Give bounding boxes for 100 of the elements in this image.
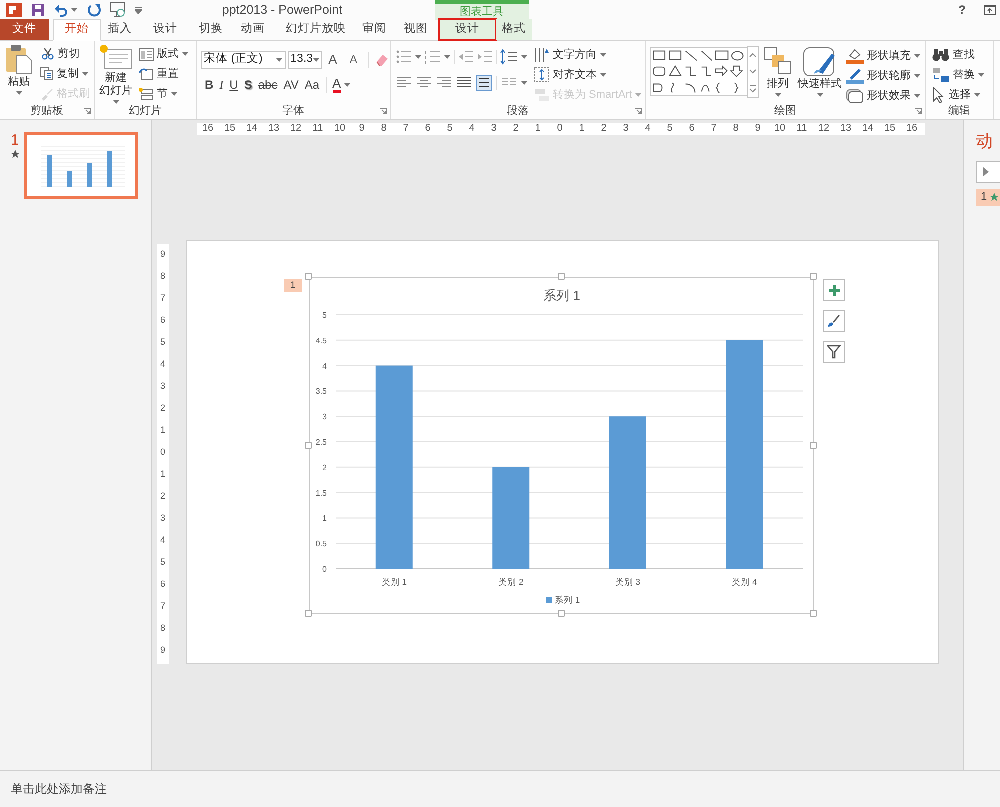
chart-styles-button[interactable] xyxy=(823,310,845,332)
font-size-field[interactable]: 13.3 xyxy=(288,50,322,69)
ruler-mark: 4 xyxy=(159,358,166,372)
ribbon-button[interactable]: 重置 xyxy=(139,64,189,84)
selection-handle[interactable] xyxy=(810,610,817,617)
ribbon-tab[interactable]: 动画 xyxy=(230,19,276,40)
reset-icon xyxy=(139,68,154,80)
axis-tick-label: 4 xyxy=(322,362,327,371)
align-text-icon xyxy=(534,67,550,83)
chart[interactable]: 系列 1 0 0.5 1 1.5 2 2.5 3 3.5 4 4.5 5 类别 1 类别 2 类别 3 类别 4 系列 1 xyxy=(309,277,814,614)
selection-handle[interactable] xyxy=(810,442,817,448)
ruler-mark: 3 xyxy=(622,123,630,135)
caret-icon xyxy=(635,93,642,97)
ribbon-button[interactable]: 选择 xyxy=(932,85,993,105)
ribbon-tab[interactable]: 开始 xyxy=(53,19,101,41)
ruler-mark: 8 xyxy=(380,123,388,135)
ribbon-tab[interactable]: 格式 xyxy=(496,19,532,40)
shrink-font-button[interactable]: A xyxy=(344,52,364,68)
fill-color-icon xyxy=(846,48,864,64)
section-icon xyxy=(139,88,154,100)
ruler-mark: 10 xyxy=(333,123,347,135)
selection-handle[interactable] xyxy=(305,610,312,617)
ribbon-tab[interactable]: 幻灯片放映 xyxy=(276,19,356,40)
chart-filters-button[interactable] xyxy=(823,341,845,363)
category-label: 类别 2 xyxy=(498,577,524,587)
animation-item[interactable]: 1 xyxy=(976,189,1000,206)
ruler-mark: 6 xyxy=(424,123,432,135)
font-color-button[interactable]: A xyxy=(332,76,342,92)
ribbon-tab[interactable]: 插入 xyxy=(101,19,139,40)
ribbon-large-button[interactable]: 快速样式 xyxy=(797,46,843,106)
ribbon-button[interactable]: 形状填充 xyxy=(846,46,921,66)
ruler-mark: 4 xyxy=(468,123,476,135)
ruler-mark: 5 xyxy=(446,123,454,135)
gallery-scroll-icon[interactable] xyxy=(747,46,759,98)
axis-tick-label: 1 xyxy=(322,514,327,524)
format-button[interactable]: S xyxy=(244,76,252,94)
selection-handle[interactable] xyxy=(305,273,312,280)
ribbon-button[interactable]: 形状轮廓 xyxy=(846,66,921,86)
ribbon-large-button[interactable]: 排列 xyxy=(762,46,794,106)
ribbon-button[interactable]: 对齐文本 xyxy=(534,65,642,85)
shapes-gallery-drawing[interactable] xyxy=(650,46,748,98)
notes-placeholder[interactable]: 单击此处添加备注 xyxy=(11,780,107,798)
caret-icon xyxy=(276,58,283,62)
caret-icon xyxy=(600,73,607,77)
ribbon-tab[interactable]: 切换 xyxy=(192,19,230,40)
ribbon-button[interactable]: 替换 xyxy=(932,65,993,85)
format-button[interactable]: I xyxy=(220,76,224,94)
ribbon-tab[interactable]: 审阅 xyxy=(356,19,393,40)
contextual-tab-header: 图表工具 xyxy=(435,0,529,20)
ribbon-tab[interactable]: 设计 xyxy=(439,19,496,40)
ribbon-button[interactable]: 形状效果 xyxy=(846,86,921,106)
format-button[interactable]: Aa xyxy=(304,76,320,94)
decrease-indent-icon xyxy=(458,50,474,64)
font-name-field[interactable]: 宋体 (正文) xyxy=(201,50,286,69)
ribbon-button[interactable]: 复制 xyxy=(40,64,90,84)
format-button[interactable]: abc xyxy=(258,76,278,94)
add-chart-element-button[interactable] xyxy=(823,279,845,301)
line-spacing-icon xyxy=(500,49,518,65)
axis-tick-label: 2 xyxy=(322,463,327,472)
help-button[interactable]: ? xyxy=(958,1,966,19)
ribbon-large-button[interactable]: 新建 幻灯片 xyxy=(98,44,134,104)
ribbon-button[interactable]: 版式 xyxy=(139,44,189,64)
replace-icon xyxy=(932,67,950,83)
format-button[interactable]: U xyxy=(230,76,238,94)
ribbon-tab[interactable]: 设计 xyxy=(139,19,192,40)
ribbon-button[interactable]: 节 xyxy=(139,84,189,104)
selection-handle[interactable] xyxy=(558,610,564,617)
ribbon-tab[interactable]: 文件 xyxy=(0,19,49,40)
save-icon xyxy=(31,3,45,17)
ribbon-button[interactable]: 查找 xyxy=(932,45,993,65)
selection-handle[interactable] xyxy=(558,273,564,280)
axis-tick-label: 2.5 xyxy=(316,438,327,447)
format-button[interactable]: AV xyxy=(284,76,299,94)
legend-swatch xyxy=(546,597,552,603)
selection-handle[interactable] xyxy=(810,273,817,280)
grow-font-button[interactable]: A xyxy=(324,50,342,70)
layout-icon xyxy=(139,48,154,60)
ruler-mark: 5 xyxy=(159,336,166,350)
ribbon-large-button[interactable]: 粘贴 xyxy=(3,44,35,104)
ruler-mark: 5 xyxy=(159,556,166,570)
justify-icon xyxy=(456,77,472,89)
bullets-icon xyxy=(396,50,412,64)
play-icon xyxy=(983,167,989,177)
ruler-mark: 6 xyxy=(688,123,696,135)
customize-icon xyxy=(135,6,142,14)
ruler-mark: 16 xyxy=(905,123,919,135)
caret-icon xyxy=(914,74,921,78)
selection-handle[interactable] xyxy=(305,442,312,448)
arrange-icon xyxy=(763,46,793,76)
ribbon-button[interactable]: 文字方向 xyxy=(534,45,642,65)
chart-title: 系列 1 xyxy=(544,288,580,303)
format-button[interactable]: B xyxy=(205,76,214,94)
ruler-mark: 6 xyxy=(159,314,166,328)
ribbon-tab[interactable]: 视图 xyxy=(393,19,439,40)
caret-icon xyxy=(974,93,981,97)
caret-icon xyxy=(978,73,985,77)
caret-icon xyxy=(71,8,78,12)
star-icon xyxy=(10,150,20,159)
ribbon-button[interactable]: 剪切 xyxy=(40,44,90,64)
ruler-mark: 9 xyxy=(159,644,166,658)
